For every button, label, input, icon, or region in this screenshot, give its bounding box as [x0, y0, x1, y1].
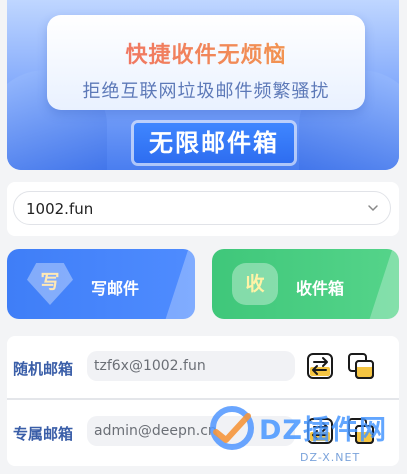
- inbox-icon: 收: [232, 263, 278, 305]
- watermark-url: DZ-X.NET: [300, 451, 361, 464]
- watermark-logo-icon: [210, 406, 254, 450]
- domain-select[interactable]: 1002.fun: [13, 191, 391, 225]
- dedicated-mailbox-address: admin@deepn.cn: [94, 423, 217, 439]
- domain-select-container: 1002.fun: [7, 182, 399, 236]
- banner-badge: 无限邮件箱: [134, 123, 294, 163]
- random-mailbox-row: 随机邮箱 tzf6x@1002.fun: [7, 336, 399, 398]
- watermark-text: DZ插件网: [259, 415, 387, 446]
- banner-subline: 拒绝互联网垃圾邮件频繁骚扰: [82, 81, 330, 102]
- write-mail-button[interactable]: 写 写邮件: [7, 249, 195, 319]
- inbox-label: 收件箱: [296, 279, 345, 298]
- swap-icon[interactable]: [306, 352, 334, 380]
- chevron-down-icon: [368, 205, 378, 212]
- random-mailbox-label: 随机邮箱: [13, 360, 74, 378]
- watermark: DZ插件网 DZ-X.NET: [205, 402, 405, 474]
- hero-banner: 快捷收件无烦恼 拒绝互联网垃圾邮件频繁骚扰 无限邮件箱: [7, 0, 399, 170]
- dedicated-mailbox-label: 专属邮箱: [13, 425, 74, 443]
- banner-card: 快捷收件无烦恼 拒绝互联网垃圾邮件频繁骚扰: [47, 15, 365, 110]
- write-icon: 写: [27, 263, 73, 305]
- domain-select-value: 1002.fun: [26, 200, 94, 218]
- inbox-button[interactable]: 收 收件箱: [212, 249, 399, 319]
- banner-headline: 快捷收件无烦恼: [47, 37, 365, 69]
- copy-icon[interactable]: [347, 352, 375, 380]
- button-stripe: [165, 249, 195, 319]
- write-mail-label: 写邮件: [91, 279, 140, 298]
- random-mailbox-field[interactable]: tzf6x@1002.fun: [87, 351, 295, 381]
- button-stripe: [369, 249, 399, 319]
- row-divider: [7, 398, 399, 400]
- random-mailbox-address: tzf6x@1002.fun: [94, 358, 206, 374]
